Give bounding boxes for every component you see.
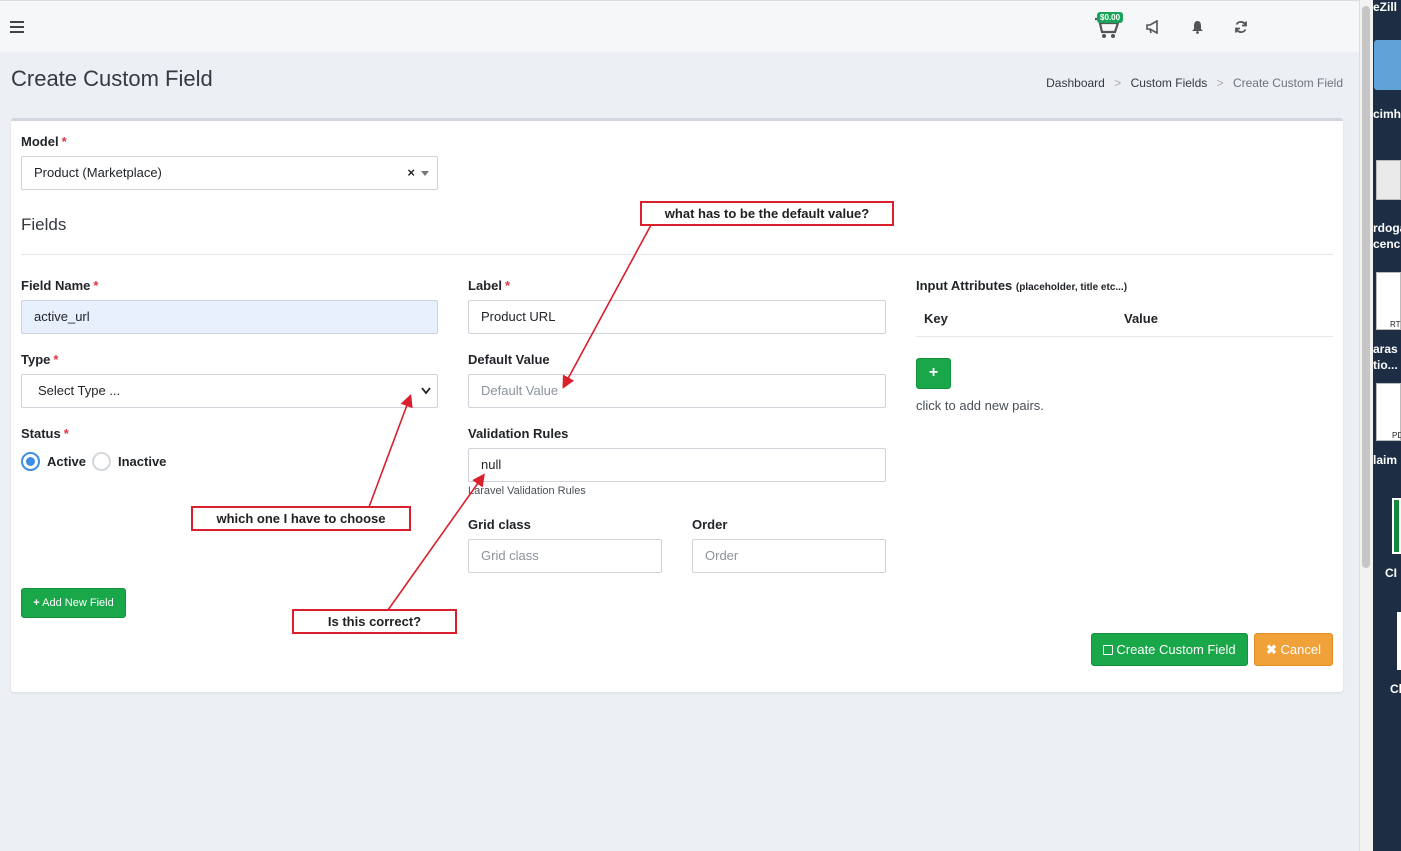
desktop-label: RT xyxy=(1390,320,1401,329)
scrollbar-thumb[interactable] xyxy=(1362,6,1370,568)
desktop-label: Cl xyxy=(1390,682,1401,696)
desktop-label: CI xyxy=(1385,566,1397,580)
desktop-label: PD xyxy=(1392,431,1401,440)
desktop-label: eZill xyxy=(1373,0,1398,14)
desktop-label: rdoga xyxy=(1373,221,1401,235)
folder-icon xyxy=(1374,40,1401,90)
desktop-file-thumbnail xyxy=(1376,160,1401,200)
annotation-type-question: which one I have to choose xyxy=(191,506,411,531)
annotation-default-value: what has to be the default value? xyxy=(640,201,894,226)
annotation-arrows xyxy=(368,224,652,611)
desktop-label: aras xyxy=(1373,342,1398,356)
annotation-arrow xyxy=(387,473,485,611)
desktop-app-icon xyxy=(1392,498,1401,554)
desktop-label: cimh xyxy=(1373,107,1401,121)
annotation-arrow xyxy=(562,224,652,389)
annotation-arrow xyxy=(368,394,413,508)
desktop-label: laim xyxy=(1373,453,1398,467)
annotation-validation-question: Is this correct? xyxy=(292,609,457,634)
desktop-file-thumbnail xyxy=(1397,612,1401,670)
desktop-label: cenc xyxy=(1373,237,1401,251)
desktop-label: tio... xyxy=(1373,358,1398,372)
